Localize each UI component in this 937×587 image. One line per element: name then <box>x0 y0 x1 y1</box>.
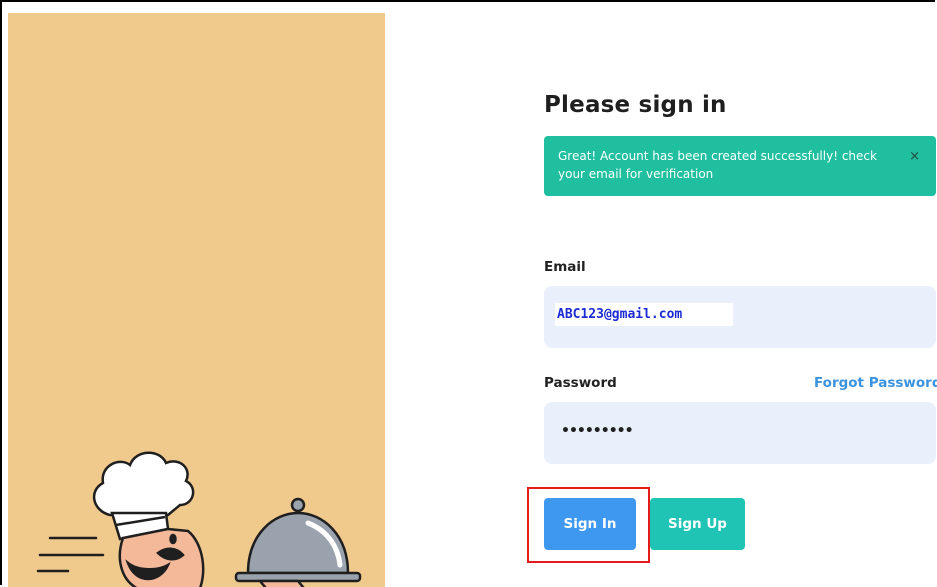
cloche-icon <box>234 497 362 587</box>
email-label: Email <box>544 259 586 275</box>
password-label: Password <box>544 375 617 391</box>
close-icon[interactable]: × <box>909 148 920 166</box>
success-alert: Great! Account has been created successf… <box>544 136 936 196</box>
email-value[interactable]: ABC123@gmail.com <box>555 303 733 326</box>
forgot-password-link[interactable]: Forgot Password ? <box>814 375 937 391</box>
chef-face-icon <box>118 527 205 587</box>
password-masked-value: ••••••••• <box>561 423 634 439</box>
alert-message: Great! Account has been created successf… <box>558 149 877 181</box>
motion-lines-icon <box>36 536 105 573</box>
page-title: Please sign in <box>544 92 727 118</box>
sign-up-button[interactable]: Sign Up <box>650 498 745 550</box>
chef-illustration <box>36 451 362 587</box>
illustration-panel <box>8 13 385 587</box>
chef-hat-icon <box>92 451 195 541</box>
sign-in-button[interactable]: Sign In <box>544 498 636 550</box>
